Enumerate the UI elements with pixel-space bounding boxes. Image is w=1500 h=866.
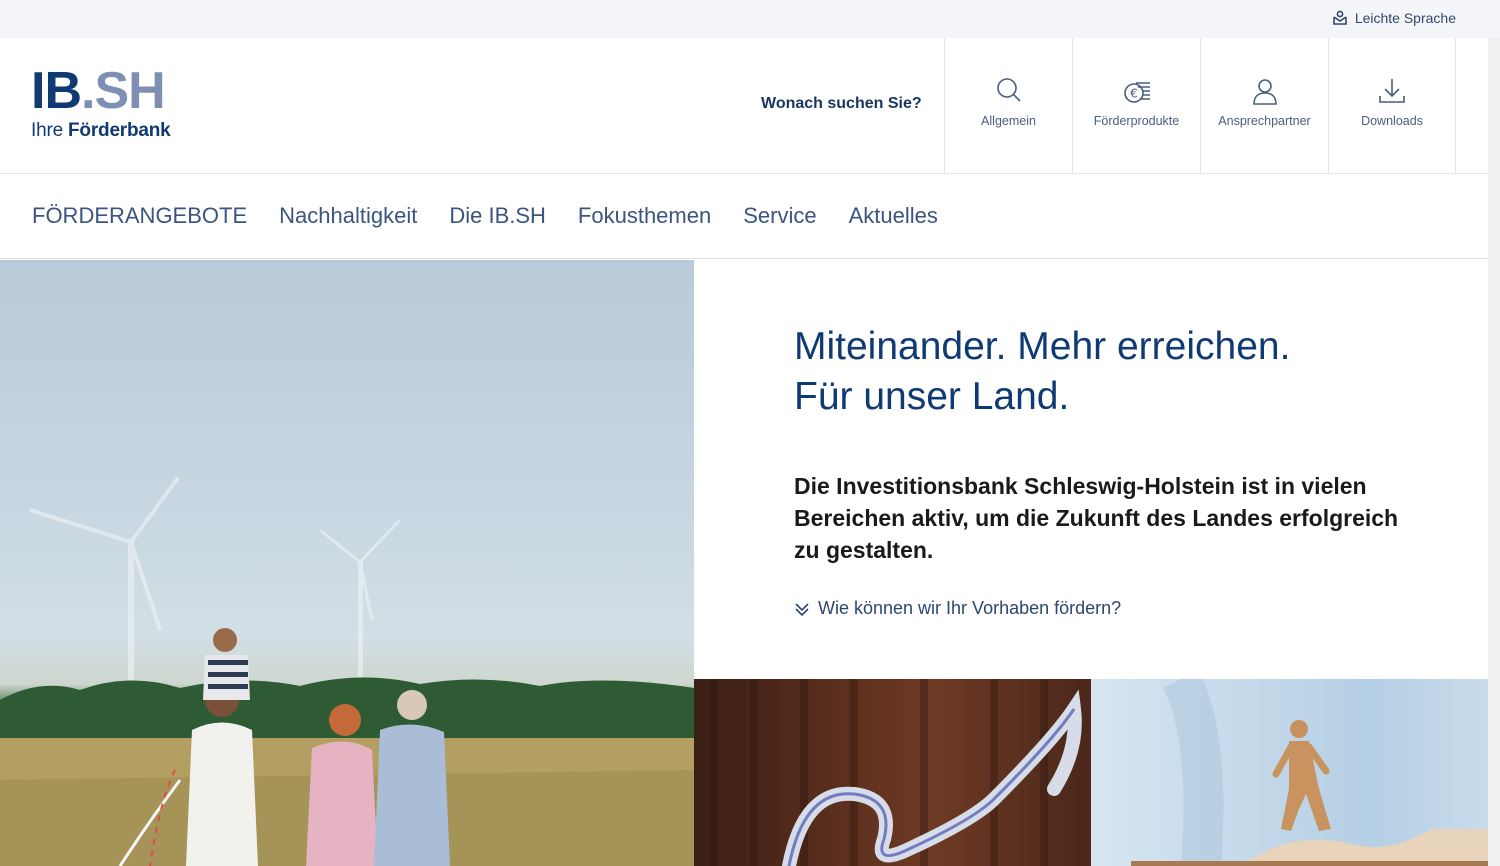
teaser-image-wooden-figure[interactable] — [1091, 679, 1488, 866]
hero-content: Miteinander. Mehr erreichen. Für unser La… — [794, 322, 1414, 619]
foerderung-link-label: Wie können wir Ihr Vorhaben fördern? — [818, 598, 1122, 618]
quick-link-allgemein[interactable]: Allgemein — [944, 38, 1072, 173]
teaser-image-ribbon[interactable] — [694, 679, 1091, 866]
quick-link-downloads[interactable]: Downloads — [1328, 38, 1456, 173]
download-icon — [1379, 79, 1405, 103]
foerderung-link[interactable]: Wie können wir Ihr Vorhaben fördern? — [794, 598, 1414, 619]
nav-item-die-ibsh[interactable]: Die IB.SH — [449, 203, 546, 229]
hero-family-photo — [0, 260, 694, 866]
nav-item-aktuelles[interactable]: Aktuelles — [849, 203, 938, 229]
euro-coins-icon: € — [1123, 82, 1150, 103]
easy-language-icon — [1333, 10, 1347, 25]
hero-description: Die Investitionsbank Schleswig-Holstein … — [794, 473, 1399, 563]
nav-item-fokusthemen[interactable]: Fokusthemen — [578, 203, 711, 229]
search-icon — [996, 78, 1021, 102]
main-navigation: FÖRDERANGEBOTE Nachhaltigkeit Die IB.SH … — [0, 174, 1488, 259]
ibsh-logo[interactable]: IB.SH Ihre Förderbank — [31, 62, 171, 142]
svg-text:€: € — [1130, 87, 1138, 101]
quick-links: Allgemein € Förderprodukte Ansprechpartn… — [944, 38, 1456, 173]
search-prompt[interactable]: Wonach suchen Sie? — [761, 95, 922, 113]
nav-item-nachhaltigkeit[interactable]: Nachhaltigkeit — [279, 203, 417, 229]
quick-link-label: Allgemein — [981, 114, 1036, 128]
quick-link-label: Förderprodukte — [1093, 114, 1180, 128]
quick-link-ansprechpartner[interactable]: Ansprechpartner — [1200, 38, 1328, 173]
logo-tagline: Ihre Förderbank — [31, 120, 171, 141]
page-scrollbar[interactable] — [1488, 38, 1500, 866]
top-utility-bar: Leichte Sprache — [0, 0, 1500, 38]
leichte-sprache-label: Leichte Sprache — [1354, 10, 1456, 26]
nav-item-service[interactable]: Service — [743, 203, 816, 229]
nav-item-foerderangebote[interactable]: FÖRDERANGEBOTE — [32, 203, 247, 229]
double-chevron-down-icon — [795, 602, 809, 616]
leichte-sprache-link[interactable]: Leichte Sprache — [1331, 9, 1456, 27]
site-header: IB.SH Ihre Förderbank Wonach suchen Sie?… — [0, 38, 1488, 174]
quick-link-label: Downloads — [1361, 114, 1423, 128]
quick-link-label: Ansprechpartner — [1218, 114, 1311, 128]
user-icon — [1252, 79, 1277, 105]
hero-title: Miteinander. Mehr erreichen. Für unser La… — [794, 325, 1291, 418]
quick-link-foerderprodukte[interactable]: € Förderprodukte — [1072, 38, 1200, 173]
logo-wordmark: IB.SH — [31, 62, 166, 120]
